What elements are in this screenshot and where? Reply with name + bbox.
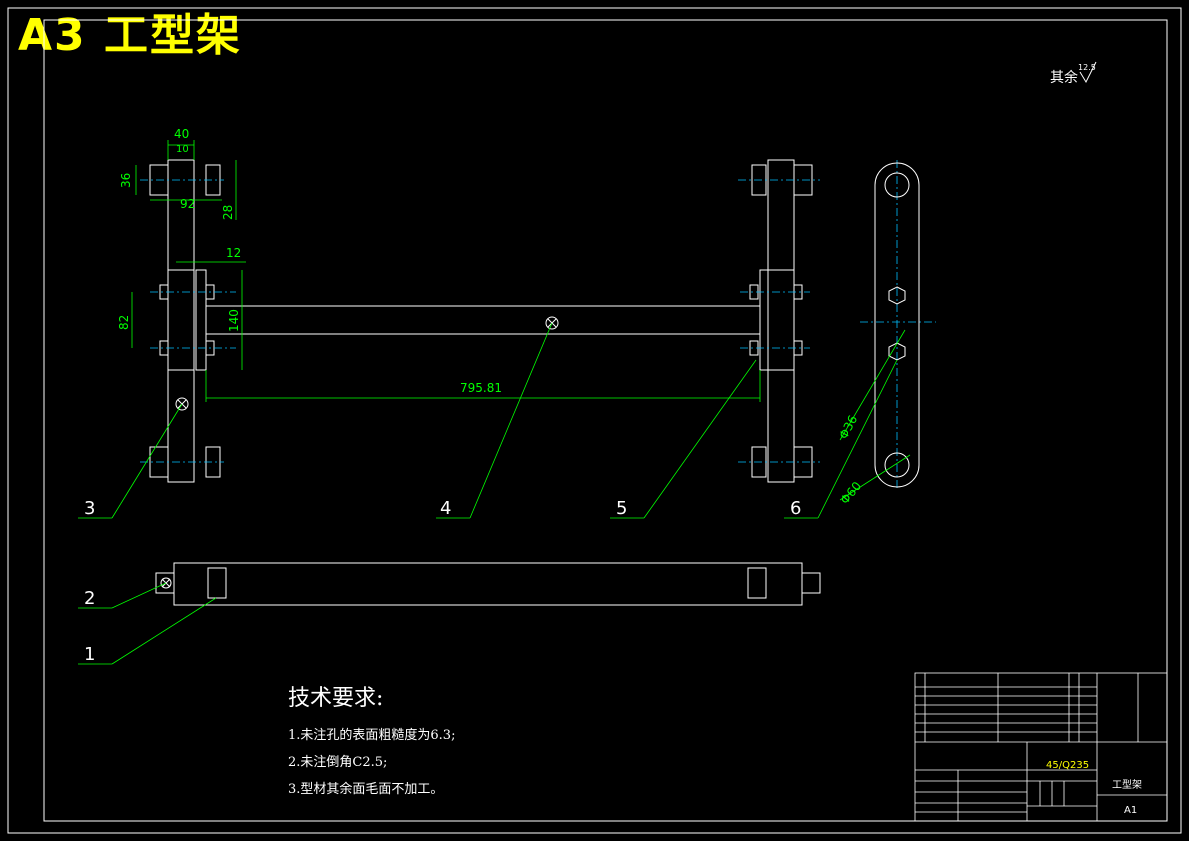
dimension-lines [131,140,761,402]
title-block [914,672,1168,822]
dim-phi60: Φ60 [838,479,865,507]
callout-4: 4 [440,498,451,519]
front-view [149,159,813,483]
dim-92: 92 [180,197,195,211]
surface-note-label: 其余 [1050,69,1078,86]
callout-2: 2 [84,588,95,609]
dim-phi36: Φ36 [836,413,860,441]
top-view [155,562,821,606]
inner-border [43,19,1168,822]
cad-drawing: 其余 12.5 40 10 36 92 28 12 82 140 795.81 … [7,7,1182,834]
dim-140: 140 [227,309,241,332]
part-name: 工型架 [1112,778,1142,791]
dim-82: 82 [117,315,131,330]
sheet-code: A1 [1124,805,1137,816]
dim-10: 10 [176,144,189,155]
callout-5: 5 [616,498,627,519]
dim-36: 36 [119,173,133,188]
callout-1: 1 [84,644,95,665]
dim-795: 795.81 [460,381,502,395]
centerlines [140,160,936,490]
dim-40: 40 [174,127,189,141]
leader-lines [78,322,898,665]
callout-3: 3 [84,498,95,519]
callout-6: 6 [790,498,801,519]
dim-28: 28 [221,205,235,220]
material-value: 45/Q235 [1046,760,1089,771]
dim-12: 12 [226,246,241,260]
